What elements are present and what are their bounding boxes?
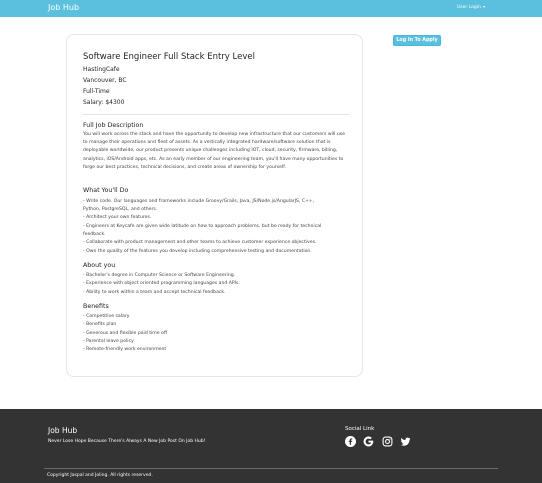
user-login-label: User Login (457, 5, 481, 10)
benefits-heading: Benefits (83, 303, 109, 310)
login-to-apply-button[interactable]: Log In To Apply (393, 35, 441, 46)
job-location: Vancouver, BC (83, 77, 127, 84)
job-salary: Salary: $4300 (83, 99, 125, 106)
list-item: - Parental leave policy (83, 339, 134, 344)
instagram-icon[interactable] (382, 436, 393, 447)
twitter-icon[interactable] (400, 436, 411, 447)
footer-tagline: Never Lose Hope Because There's Always A… (48, 439, 206, 444)
list-item: - Competitive salary (83, 314, 130, 319)
list-item: - Engineers at Keycafe are given wide la… (83, 224, 322, 229)
list-item: - Ability to work within a team and acce… (83, 290, 226, 295)
user-login-dropdown[interactable]: User Login (457, 5, 486, 10)
footer: Job Hub Never Lose Hope Because There's … (0, 409, 542, 483)
job-company: HastingCafe (83, 66, 120, 73)
list-item: - Write code. Our languages and framewor… (83, 199, 315, 204)
about-you-heading: About you (83, 262, 116, 269)
list-item: - Benefits plan (83, 322, 117, 327)
list-item: - Own the quality of the features you de… (83, 249, 312, 254)
divider (83, 114, 349, 115)
list-item: - Experience with object oriented progra… (83, 281, 240, 286)
list-item: feedback. (83, 232, 106, 237)
list-item: - Collaborate with product management an… (83, 240, 317, 245)
navbar-brand[interactable]: Job Hub (48, 3, 79, 12)
chevron-down-icon (483, 5, 486, 8)
top-navbar: Job Hub User Login (0, 0, 542, 17)
list-item: - Generous and flexible paid time off (83, 331, 168, 336)
job-type: Full-Time (83, 88, 110, 95)
what-youll-do-heading: What You'll Do (83, 187, 129, 194)
job-title: Software Engineer Full Stack Entry Level (83, 52, 255, 62)
footer-divider (44, 468, 498, 469)
description-text: You will work across the stack and have … (83, 132, 346, 170)
list-item: - Architect your own features. (83, 215, 152, 220)
copyright-text: Copyright Jaspal and Joling. All rights … (47, 473, 153, 478)
facebook-icon[interactable] (345, 436, 356, 447)
description-heading: Full Job Description (83, 122, 144, 129)
social-link-heading: Social Link (345, 426, 375, 432)
list-item: - Remote-friendly work environment (83, 347, 167, 352)
google-icon[interactable] (363, 436, 374, 447)
footer-brand: Job Hub (48, 426, 78, 435)
list-item: - Bachelor's degree in Computer Science … (83, 273, 236, 278)
list-item: Python, PostgreSQL, and others. (83, 207, 158, 212)
